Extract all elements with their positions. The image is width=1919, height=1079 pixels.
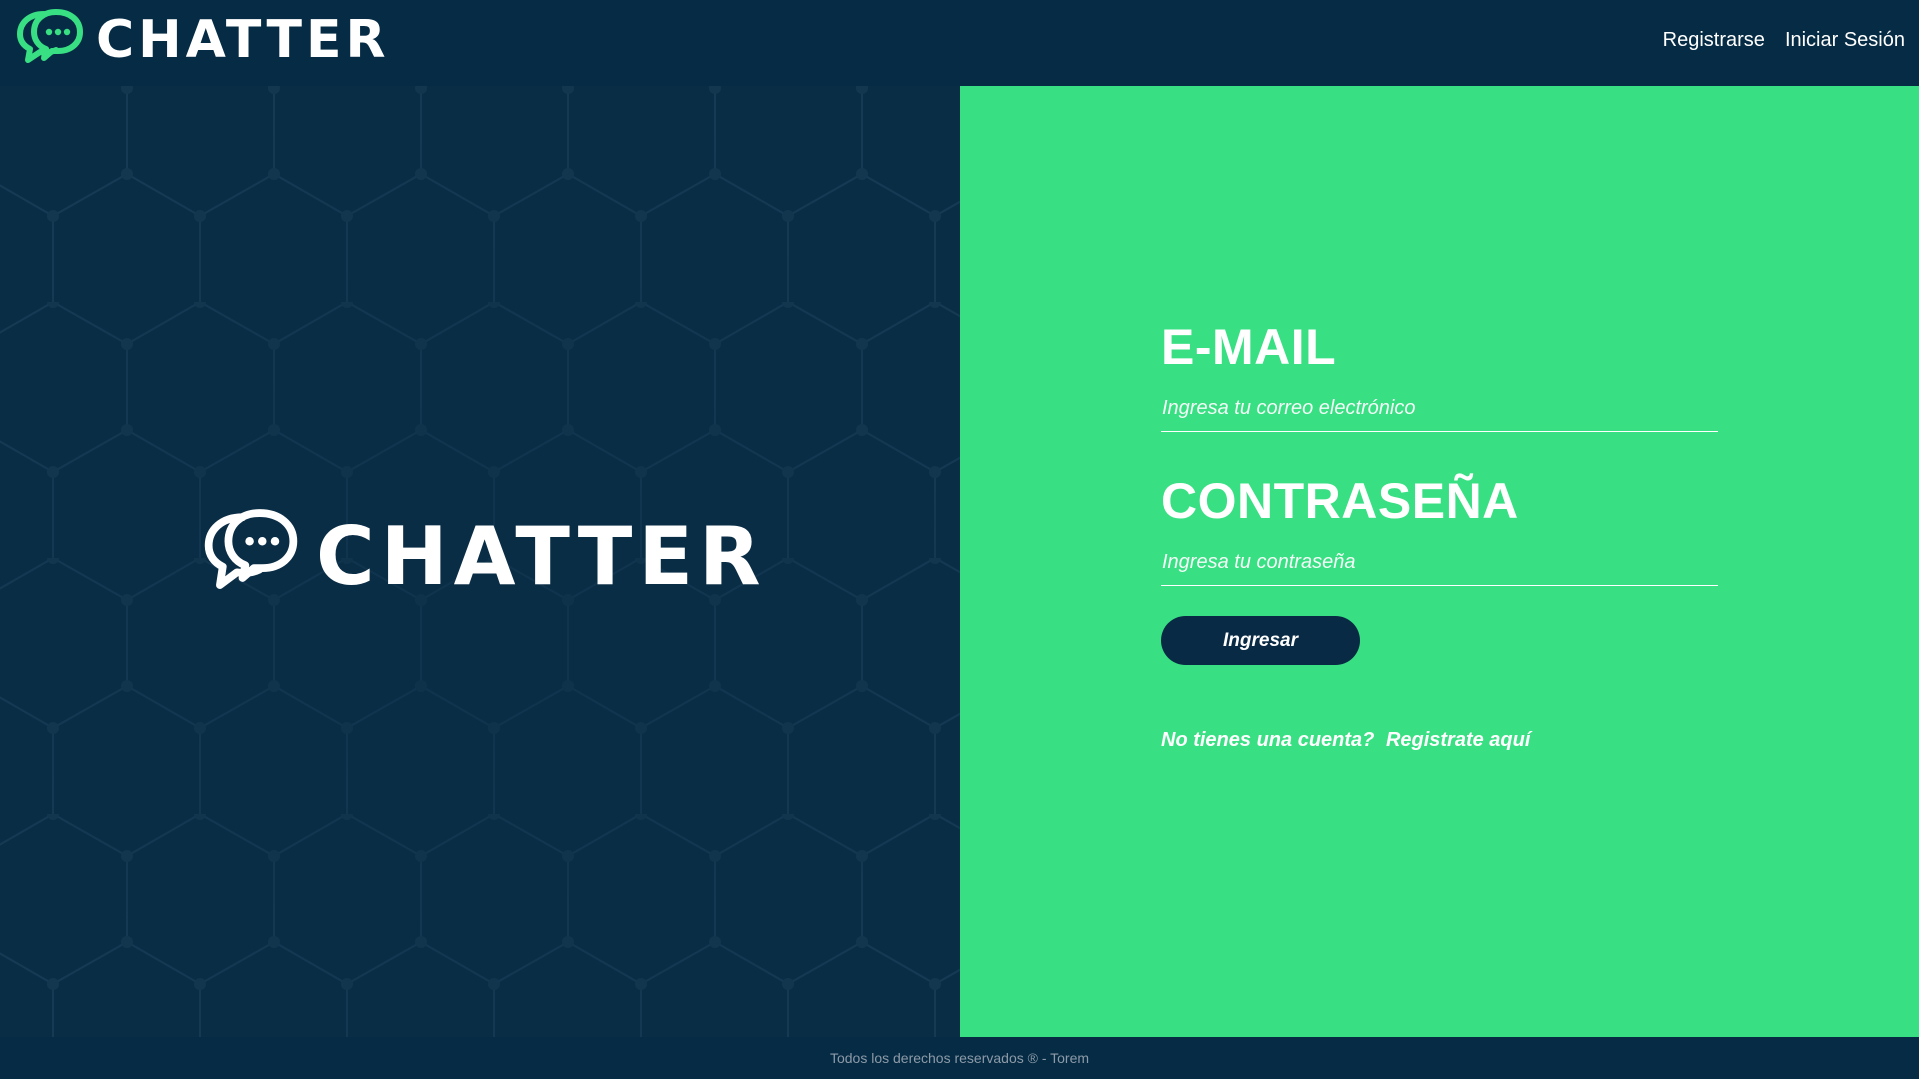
password-input[interactable] — [1161, 548, 1718, 586]
header-brand[interactable]: CHATTER — [14, 8, 390, 72]
hero-panel: CHATTER — [0, 86, 960, 1037]
email-title: E-MAIL — [1161, 319, 1337, 375]
chat-bubbles-icon — [14, 8, 86, 72]
signup-prompt: No tienes una cuenta? Registrate aquí — [1161, 729, 1718, 752]
footer-copyright: Todos los derechos reservados ® - Torem — [829, 1050, 1090, 1066]
chat-bubbles-icon — [200, 506, 302, 607]
top-navbar: CHATTER Registrarse Iniciar Sesión — [0, 0, 1919, 86]
login-form: E-MAIL CONTRASEÑA Ingresar No tienes una… — [1161, 322, 1718, 752]
login-link[interactable]: Iniciar Sesión — [1785, 29, 1905, 52]
login-panel: E-MAIL CONTRASEÑA Ingresar No tienes una… — [960, 86, 1919, 1037]
login-submit-button[interactable]: Ingresar — [1161, 616, 1360, 665]
email-input[interactable] — [1161, 394, 1718, 432]
password-title: CONTRASEÑA — [1161, 473, 1519, 529]
no-account-text: No tienes una cuenta? — [1161, 729, 1375, 751]
header-nav: Registrarse Iniciar Sesión — [1663, 29, 1905, 52]
hero-logo: CHATTER — [200, 506, 767, 607]
register-here-link[interactable]: Registrate aquí — [1386, 729, 1530, 751]
hero-brand-name: CHATTER — [316, 509, 767, 603]
header-brand-name: CHATTER — [96, 10, 390, 70]
register-link[interactable]: Registrarse — [1663, 29, 1765, 52]
footer: Todos los derechos reservados ® - Torem — [0, 1037, 1919, 1079]
